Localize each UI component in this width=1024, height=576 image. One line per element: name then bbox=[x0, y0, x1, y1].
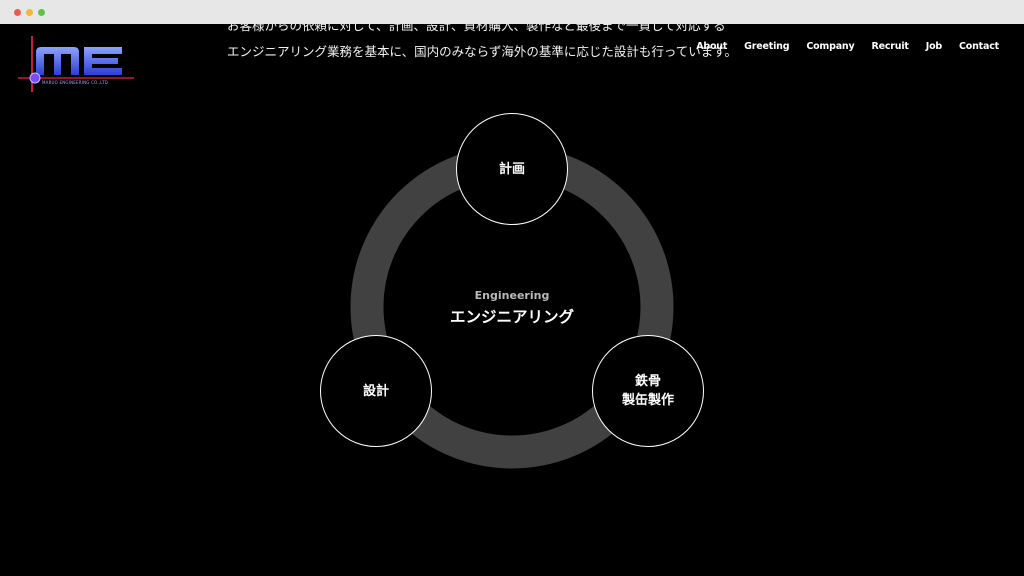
diagram-center-label: Engineering エンジニアリング bbox=[412, 289, 612, 327]
nav-recruit[interactable]: Recruit bbox=[871, 41, 908, 52]
node-design-label: 設計 bbox=[362, 383, 389, 399]
minimize-window-icon[interactable] bbox=[26, 9, 33, 16]
nav-about[interactable]: About bbox=[696, 41, 727, 52]
node-planning-label: 計画 bbox=[498, 161, 525, 177]
center-english-label: Engineering bbox=[474, 289, 550, 302]
node-design: 設計 bbox=[320, 335, 432, 447]
close-window-icon[interactable] bbox=[14, 9, 21, 16]
main-nav: About Greeting Company Recruit Job Conta… bbox=[696, 41, 999, 52]
page-content: MARUO ENGINEERING CO.,LTD お客様からの依頼に対して、計… bbox=[0, 24, 1024, 576]
intro-text: お客様からの依頼に対して、計画、設計、資材購入、製作など最後まで一貫して対応する… bbox=[227, 24, 767, 65]
browser-titlebar bbox=[0, 0, 1024, 24]
center-japanese-label: エンジニアリング bbox=[449, 308, 574, 326]
nav-company[interactable]: Company bbox=[806, 41, 854, 52]
logo-company-text: MARUO ENGINEERING CO.,LTD bbox=[41, 80, 108, 85]
node-fabrication: 鉄骨 製缶製作 bbox=[592, 335, 704, 447]
node-fabrication-line-2: 製缶製作 bbox=[621, 393, 674, 408]
company-logo[interactable]: MARUO ENGINEERING CO.,LTD bbox=[14, 30, 136, 94]
engineering-cycle-diagram: 計画 設計 鉄骨 製缶製作 Engineering エンジニアリング bbox=[300, 109, 724, 489]
intro-line-1: お客様からの依頼に対して、計画、設計、資材購入、製作など最後まで一貫して対応する bbox=[227, 24, 726, 33]
node-fabrication-line-1: 鉄骨 bbox=[634, 374, 661, 389]
nav-greeting[interactable]: Greeting bbox=[744, 41, 789, 52]
node-planning: 計画 bbox=[456, 113, 568, 225]
intro-line-2: エンジニアリング業務を基本に、国内のみならず海外の基準に応じた設計も行っています… bbox=[227, 44, 738, 59]
maximize-window-icon[interactable] bbox=[38, 9, 45, 16]
nav-job[interactable]: Job bbox=[926, 41, 942, 52]
nav-contact[interactable]: Contact bbox=[959, 41, 999, 52]
